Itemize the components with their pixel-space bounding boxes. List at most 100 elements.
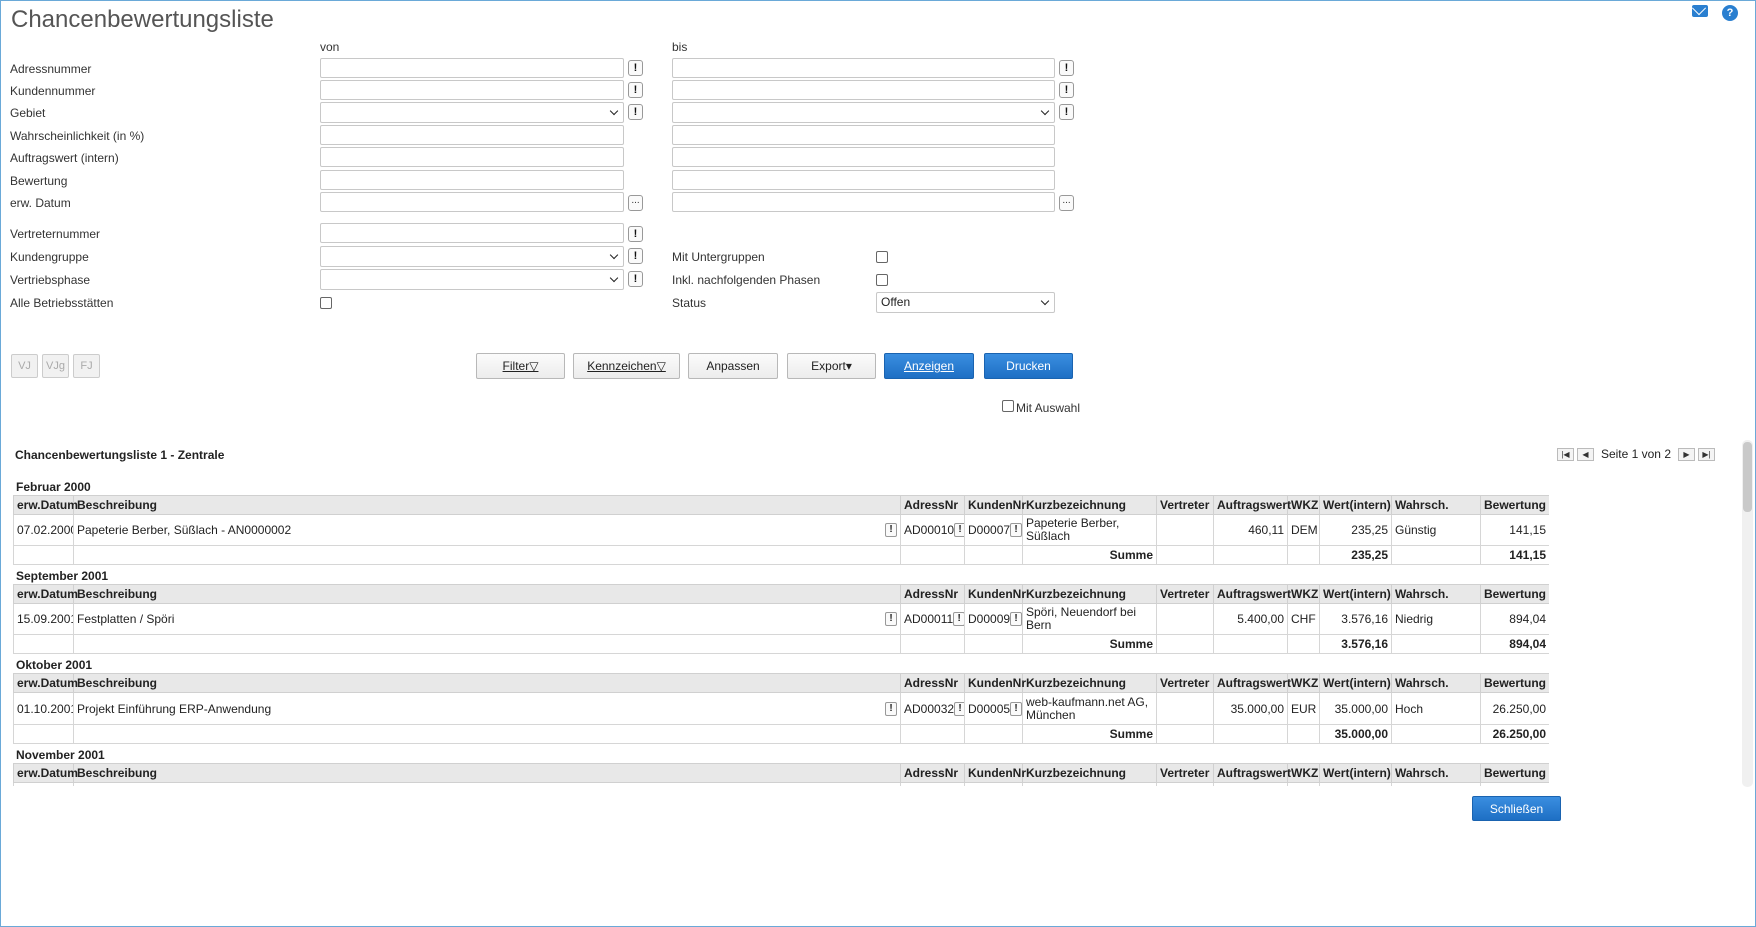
column-header[interactable]: Auftragswert xyxy=(1213,763,1291,783)
detail-lookup-icon[interactable]: ! xyxy=(885,612,897,626)
column-header[interactable]: Auftragswert xyxy=(1213,673,1291,693)
column-header[interactable]: Wert(intern) xyxy=(1319,495,1392,515)
column-header[interactable]: WKZ xyxy=(1287,584,1320,604)
column-header[interactable]: Wert(intern) xyxy=(1319,584,1392,604)
first-page-icon[interactable]: |◀ xyxy=(1556,447,1574,461)
kundennummer-to-lookup-button[interactable]: ! xyxy=(1059,82,1074,98)
column-header[interactable]: Auftragswert xyxy=(1213,495,1291,515)
alle-betriebsstaetten-checkbox[interactable] xyxy=(320,297,332,309)
gebiet-from-lookup-button[interactable]: ! xyxy=(628,104,643,120)
detail-lookup-icon[interactable]: ! xyxy=(885,701,897,716)
status-select[interactable]: Offen xyxy=(876,292,1055,313)
erw-datum-to-picker-button[interactable]: ... xyxy=(1059,195,1074,211)
column-header[interactable]: KundenNr xyxy=(964,495,1026,515)
column-header[interactable]: erw.Datum xyxy=(13,763,78,783)
prev-page-icon[interactable]: ◀ xyxy=(1576,447,1594,461)
detail-lookup-icon[interactable]: ! xyxy=(1010,523,1022,537)
column-header[interactable]: Wahrsch. xyxy=(1391,584,1481,604)
column-header[interactable]: Kurzbezeichnung xyxy=(1022,673,1157,693)
adressnummer-from-lookup-button[interactable]: ! xyxy=(628,60,643,76)
help-icon[interactable]: ? xyxy=(1722,5,1738,21)
column-header[interactable]: Kurzbezeichnung xyxy=(1022,584,1157,604)
column-header[interactable]: Beschreibung xyxy=(73,763,901,783)
column-header[interactable]: Wahrsch. xyxy=(1391,763,1481,783)
table-row[interactable]: 15.11.2001Webshop für Delikatessenhändle… xyxy=(13,782,1549,786)
detail-lookup-icon[interactable]: ! xyxy=(953,612,964,626)
column-header[interactable]: Kurzbezeichnung xyxy=(1022,495,1157,515)
column-header[interactable]: Bewertung xyxy=(1480,673,1549,693)
erw-datum-from-input[interactable] xyxy=(320,192,624,212)
table-row[interactable]: 07.02.2000 Papeterie Berber, Süßlach - AN… xyxy=(13,514,1549,546)
column-header[interactable]: Vertreter xyxy=(1156,584,1214,604)
inkl-phasen-checkbox[interactable] xyxy=(876,274,888,286)
detail-lookup-icon[interactable]: ! xyxy=(1010,701,1022,716)
wahrscheinlichkeit-to-input[interactable] xyxy=(672,125,1055,145)
column-header[interactable]: AdressNr xyxy=(900,763,965,783)
bewertung-from-input[interactable] xyxy=(320,170,624,190)
column-header[interactable]: KundenNr xyxy=(964,673,1026,693)
table-row[interactable]: 15.09.2001 Festplatten / Spöri! AD00011! D0… xyxy=(13,603,1549,635)
vertriebsphase-select[interactable] xyxy=(320,269,624,290)
adressnummer-to-lookup-button[interactable]: ! xyxy=(1059,60,1074,76)
column-header[interactable]: AdressNr xyxy=(900,673,965,693)
column-header[interactable]: Wert(intern) xyxy=(1319,763,1392,783)
column-header[interactable]: Vertreter xyxy=(1156,673,1214,693)
column-header[interactable]: AdressNr xyxy=(900,495,965,515)
vertreternummer-lookup-button[interactable]: ! xyxy=(628,226,643,242)
adressnummer-from-input[interactable] xyxy=(320,58,624,78)
auftragswert-from-input[interactable] xyxy=(320,147,624,167)
kundengruppe-lookup-button[interactable]: ! xyxy=(628,248,643,264)
column-header[interactable]: Bewertung xyxy=(1480,763,1549,783)
anzeigen-button[interactable]: Anzeigen xyxy=(884,353,974,379)
gebiet-from-select[interactable] xyxy=(320,102,624,123)
column-header[interactable]: AdressNr xyxy=(900,584,965,604)
mail-icon[interactable] xyxy=(1692,5,1708,17)
column-header[interactable]: Vertreter xyxy=(1156,495,1214,515)
kundengruppe-select[interactable] xyxy=(320,246,624,267)
vjg-button[interactable]: VJg xyxy=(42,354,69,378)
kundennummer-to-input[interactable] xyxy=(672,80,1055,100)
column-header[interactable]: WKZ xyxy=(1287,763,1320,783)
gebiet-to-select[interactable] xyxy=(672,102,1055,123)
column-header[interactable]: erw.Datum xyxy=(13,495,78,515)
mit-auswahl-checkbox[interactable] xyxy=(1002,400,1014,412)
detail-lookup-icon[interactable]: ! xyxy=(885,523,897,537)
vertreternummer-input[interactable] xyxy=(320,223,624,243)
column-header[interactable]: erw.Datum xyxy=(13,673,78,693)
column-header[interactable]: Wahrsch. xyxy=(1391,495,1481,515)
column-header[interactable]: WKZ xyxy=(1287,673,1320,693)
kundennummer-from-lookup-button[interactable]: ! xyxy=(628,82,643,98)
column-header[interactable]: WKZ xyxy=(1287,495,1320,515)
detail-lookup-icon[interactable]: ! xyxy=(954,523,964,537)
column-header[interactable]: KundenNr xyxy=(964,763,1026,783)
report-scrollbar[interactable] xyxy=(1742,440,1753,787)
table-row[interactable]: 01.10.2001 Projekt Einführung ERP-Anwendu… xyxy=(13,692,1549,725)
gebiet-to-lookup-button[interactable]: ! xyxy=(1059,104,1074,120)
column-header[interactable]: Auftragswert xyxy=(1213,584,1291,604)
kundennummer-from-input[interactable] xyxy=(320,80,624,100)
column-header[interactable]: Kurzbezeichnung xyxy=(1022,763,1157,783)
drucken-button[interactable]: Drucken xyxy=(984,353,1073,379)
vertriebsphase-lookup-button[interactable]: ! xyxy=(628,271,643,287)
column-header[interactable]: erw.Datum xyxy=(13,584,78,604)
mit-untergruppen-checkbox[interactable] xyxy=(876,251,888,263)
column-header[interactable]: Wahrsch. xyxy=(1391,673,1481,693)
bewertung-to-input[interactable] xyxy=(672,170,1055,190)
last-page-icon[interactable]: ▶| xyxy=(1698,447,1715,461)
filter-button[interactable]: Filter▽ xyxy=(476,353,565,379)
wahrscheinlichkeit-from-input[interactable] xyxy=(320,125,624,145)
detail-lookup-icon[interactable]: ! xyxy=(1010,612,1022,626)
export-button[interactable]: Export▾ xyxy=(787,353,876,379)
column-header[interactable]: Bewertung xyxy=(1480,584,1549,604)
adressnummer-to-input[interactable] xyxy=(672,58,1055,78)
column-header[interactable]: Bewertung xyxy=(1480,495,1549,515)
column-header[interactable]: Vertreter xyxy=(1156,763,1214,783)
fj-button[interactable]: FJ xyxy=(73,354,100,378)
erw-datum-to-input[interactable] xyxy=(672,192,1055,212)
column-header[interactable]: Wert(intern) xyxy=(1319,673,1392,693)
column-header[interactable]: Beschreibung xyxy=(73,673,901,693)
scrollbar-thumb[interactable] xyxy=(1743,442,1752,512)
detail-lookup-icon[interactable]: ! xyxy=(954,701,964,716)
erw-datum-from-picker-button[interactable]: ... xyxy=(628,195,643,211)
vj-button[interactable]: VJ xyxy=(11,354,38,378)
